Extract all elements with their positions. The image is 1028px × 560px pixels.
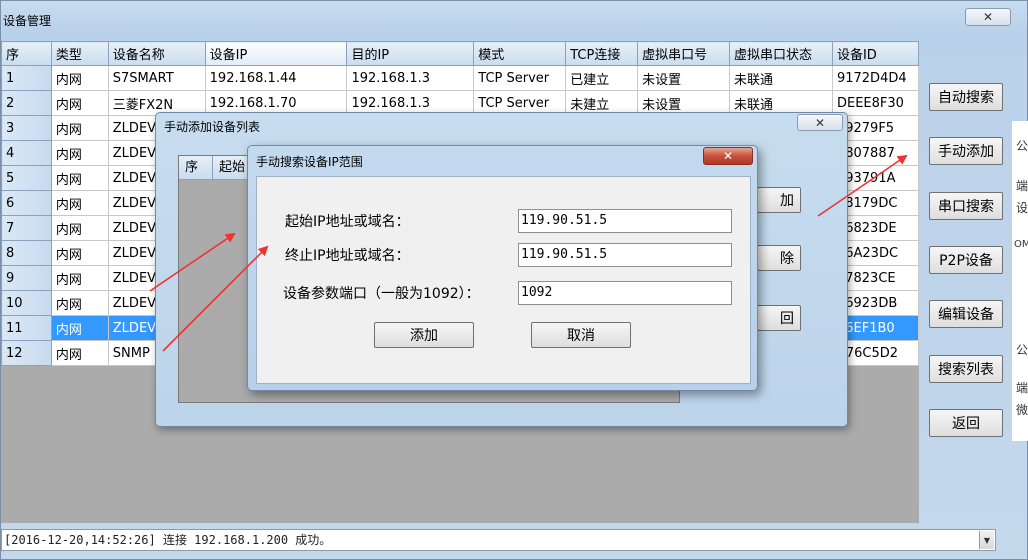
red-arrow [149,232,236,292]
red-arrow [162,245,269,352]
red-arrow [817,154,908,217]
annotation-arrows [149,154,908,352]
